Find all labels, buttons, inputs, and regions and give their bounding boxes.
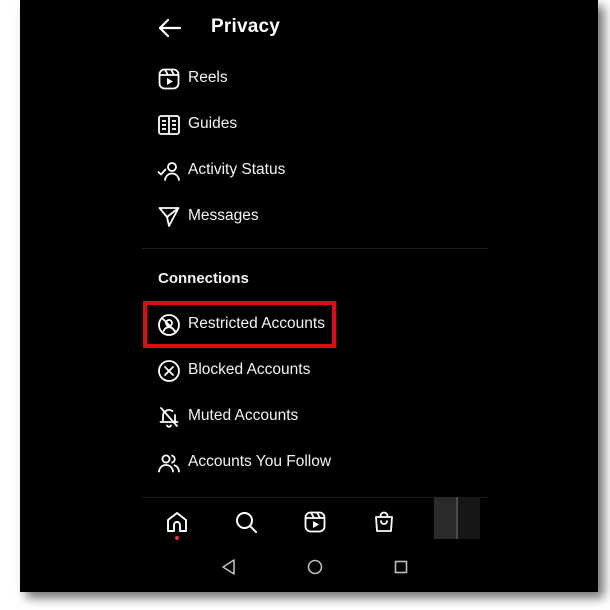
home-circle-icon[interactable] [305, 557, 325, 577]
search-icon[interactable] [234, 510, 258, 534]
section-divider [142, 248, 488, 249]
guides-icon [157, 113, 181, 137]
menu-item-label: Messages [188, 207, 259, 224]
reels-icon[interactable] [303, 510, 327, 534]
muted-bell-icon [157, 405, 181, 429]
menu-item-accounts-you-follow[interactable]: Accounts You Follow [142, 443, 488, 483]
menu-item-label: Activity Status [188, 161, 286, 178]
shop-icon[interactable] [372, 510, 396, 534]
menu-item-blocked-accounts[interactable]: Blocked Accounts [142, 351, 488, 391]
messages-icon [157, 205, 181, 229]
arrow-left-icon[interactable] [156, 14, 184, 42]
reels-icon [157, 67, 181, 91]
menu-item-messages[interactable]: Messages [142, 197, 488, 237]
notification-dot [175, 536, 179, 540]
menu-item-reels[interactable]: Reels [142, 59, 488, 99]
menu-item-label: Reels [188, 69, 228, 86]
menu-item-muted-accounts[interactable]: Muted Accounts [142, 397, 488, 437]
recents-square-icon[interactable] [391, 557, 411, 577]
menu-item-label: Restricted Accounts [188, 315, 325, 332]
menu-item-label: Guides [188, 115, 238, 132]
menu-item-guides[interactable]: Guides [142, 105, 488, 145]
bottom-nav [142, 497, 488, 546]
menu-item-activity-status[interactable]: Activity Status [142, 151, 488, 191]
menu-item-restricted-accounts[interactable]: Restricted Accounts [142, 305, 488, 345]
menu-item-label: Muted Accounts [188, 407, 299, 424]
home-icon[interactable] [165, 510, 189, 534]
people-icon [157, 451, 181, 475]
blocked-icon [157, 359, 181, 383]
page-title: Privacy [211, 16, 281, 37]
profile-avatar[interactable] [434, 497, 480, 539]
activity-status-icon [157, 159, 181, 183]
menu-item-label: Accounts You Follow [188, 453, 332, 470]
restricted-icon [157, 313, 181, 337]
header: Privacy [142, 0, 488, 56]
back-triangle-icon[interactable] [219, 557, 239, 577]
android-system-nav [142, 548, 488, 588]
menu-item-label: Blocked Accounts [188, 361, 311, 378]
phone-screen: Privacy Reels Guides Activity Status Mes… [142, 0, 488, 592]
section-title-connections: Connections [158, 270, 249, 287]
